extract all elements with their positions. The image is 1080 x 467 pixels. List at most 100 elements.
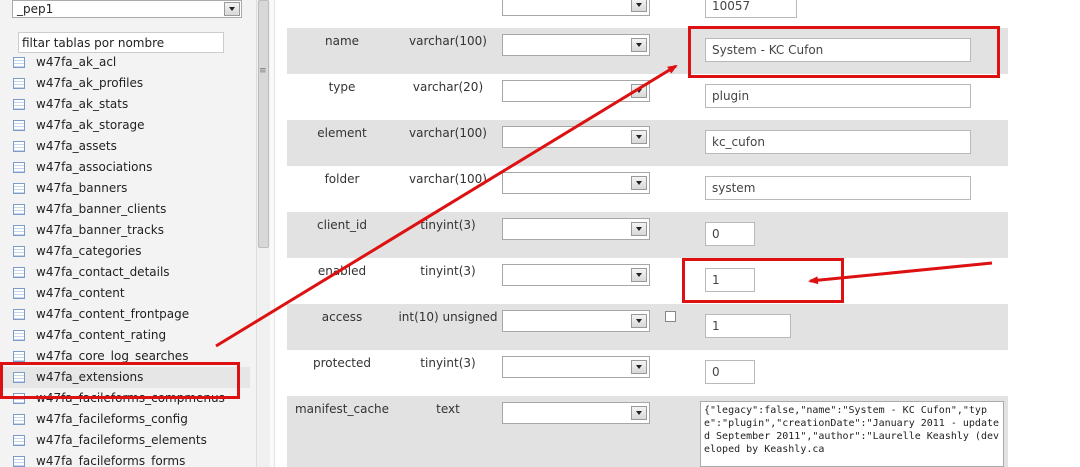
scrollbar-thumb[interactable]	[258, 0, 269, 248]
table-icon[interactable]	[13, 267, 25, 278]
database-select[interactable]: _pep1	[12, 0, 242, 18]
table-icon[interactable]	[13, 78, 25, 89]
function-select[interactable]	[502, 34, 650, 56]
table-list-item[interactable]: w47fa_banners	[0, 178, 250, 199]
value-input[interactable]	[705, 0, 797, 18]
table-icon[interactable]	[13, 141, 25, 152]
table-icon[interactable]	[13, 225, 25, 236]
table-list-item[interactable]: w47fa_contact_details	[0, 262, 250, 283]
table-list-item[interactable]: w47fa_associations	[0, 157, 250, 178]
table-name[interactable]: w47fa_banners	[36, 181, 127, 195]
table-name[interactable]: w47fa_content_rating	[36, 328, 166, 342]
table-name[interactable]: w47fa_facileforms_elements	[36, 433, 207, 447]
function-select[interactable]	[502, 356, 650, 378]
function-select[interactable]	[502, 80, 650, 102]
function-select[interactable]	[502, 172, 650, 194]
chevron-down-icon[interactable]	[631, 222, 647, 236]
table-name[interactable]: w47fa_core_log_searches	[36, 349, 188, 363]
table-list-item[interactable]: w47fa_banner_tracks	[0, 220, 250, 241]
function-select[interactable]	[502, 402, 650, 424]
function-select[interactable]	[502, 218, 650, 240]
value-input-folder[interactable]	[705, 176, 971, 200]
table-list-item[interactable]: w47fa_facileforms_config	[0, 409, 250, 430]
table-icon[interactable]	[13, 246, 25, 257]
table-name[interactable]: w47fa_associations	[36, 160, 152, 174]
chevron-down-icon[interactable]	[631, 176, 647, 190]
table-icon[interactable]	[13, 204, 25, 215]
table-name[interactable]: w47fa_categories	[36, 244, 142, 258]
chevron-down-icon[interactable]	[631, 406, 647, 420]
value-input-type[interactable]	[705, 84, 971, 108]
table-name[interactable]: w47fa_ak_profiles	[36, 76, 143, 90]
table-name[interactable]: w47fa_banner_tracks	[36, 223, 164, 237]
table-icon[interactable]	[13, 456, 25, 467]
chevron-down-icon[interactable]	[631, 84, 647, 98]
table-name[interactable]: w47fa_facileforms_config	[36, 412, 188, 426]
table-icon[interactable]	[13, 288, 25, 299]
chevron-down-icon[interactable]	[631, 268, 647, 282]
table-icon[interactable]	[13, 183, 25, 194]
table-list-item[interactable]: w47fa_content_frontpage	[0, 304, 250, 325]
chevron-down-icon[interactable]	[631, 314, 647, 328]
chevron-down-icon[interactable]	[631, 0, 647, 12]
value-input-access[interactable]	[705, 314, 791, 338]
table-name[interactable]: w47fa_content	[36, 286, 125, 300]
table-icon[interactable]	[13, 57, 25, 68]
table-list-item[interactable]: w47fa_assets	[0, 136, 250, 157]
value-input-element[interactable]	[705, 130, 971, 154]
value-input-protected[interactable]	[705, 360, 755, 384]
table-filter-input[interactable]	[18, 32, 224, 53]
table-name[interactable]: w47fa_ak_acl	[36, 55, 116, 69]
table-list-item[interactable]: w47fa_ak_storage	[0, 115, 250, 136]
chevron-down-icon[interactable]	[631, 38, 647, 52]
function-select[interactable]	[502, 264, 650, 286]
manifest-cache-textarea[interactable]: {"legacy":false,"name":"System - KC Cufo…	[700, 401, 1004, 467]
table-icon[interactable]	[13, 372, 25, 383]
table-icon[interactable]	[13, 330, 25, 341]
table-name[interactable]: w47fa_extensions	[36, 370, 143, 384]
table-name[interactable]: w47fa_ak_stats	[36, 97, 128, 111]
table-icon[interactable]	[13, 309, 25, 320]
value-input-name[interactable]	[705, 38, 971, 62]
table-icon[interactable]	[13, 120, 25, 131]
table-name[interactable]: w47fa_contact_details	[36, 265, 170, 279]
field-type: tinyint(3)	[420, 264, 476, 278]
field-type: varchar(100)	[409, 172, 487, 186]
table-list-item[interactable]: w47fa_banner_clients	[0, 199, 250, 220]
table-list-item[interactable]: w47fa_facileforms_compmenus	[0, 388, 250, 409]
function-select[interactable]	[502, 0, 650, 16]
chevron-down-icon[interactable]	[631, 130, 647, 144]
table-name[interactable]: w47fa_ak_storage	[36, 118, 145, 132]
table-name[interactable]: w47fa_content_frontpage	[36, 307, 189, 321]
table-list-item[interactable]: w47fa_facileforms_elements	[0, 430, 250, 451]
table-list-item[interactable]: w47fa_ak_profiles	[0, 73, 250, 94]
field-name: folder	[324, 172, 360, 186]
table-icon[interactable]	[13, 414, 25, 425]
table-list-item[interactable]: w47fa_content_rating	[0, 325, 250, 346]
table-list-item[interactable]: w47fa_extensions	[0, 367, 250, 388]
table-name[interactable]: w47fa_assets	[36, 139, 117, 153]
table-list-item[interactable]: w47fa_ak_stats	[0, 94, 250, 115]
splitter-grip-icon[interactable]: ≡	[259, 66, 267, 76]
panel-splitter[interactable]	[270, 0, 275, 467]
value-input-enabled[interactable]	[705, 268, 755, 292]
table-name[interactable]: w47fa_banner_clients	[36, 202, 166, 216]
table-list-item[interactable]: w47fa_facileforms_forms	[0, 451, 250, 467]
table-list-item[interactable]: w47fa_categories	[0, 241, 250, 262]
table-list-item[interactable]: w47fa_content	[0, 283, 250, 304]
table-icon[interactable]	[13, 162, 25, 173]
function-select[interactable]	[502, 310, 650, 332]
chevron-down-icon[interactable]	[631, 360, 647, 374]
table-icon[interactable]	[13, 435, 25, 446]
table-name[interactable]: w47fa_facileforms_forms	[36, 454, 185, 467]
table-name[interactable]: w47fa_facileforms_compmenus	[36, 391, 225, 405]
null-checkbox[interactable]	[665, 311, 676, 322]
table-icon[interactable]	[13, 393, 25, 404]
function-select[interactable]	[502, 126, 650, 148]
value-input-client_id[interactable]	[705, 222, 755, 246]
table-list-item[interactable]: w47fa_ak_acl	[0, 52, 250, 73]
table-icon[interactable]	[13, 99, 25, 110]
table-list-item[interactable]: w47fa_core_log_searches	[0, 346, 250, 367]
chevron-down-icon[interactable]	[224, 2, 240, 16]
table-icon[interactable]	[13, 351, 25, 362]
